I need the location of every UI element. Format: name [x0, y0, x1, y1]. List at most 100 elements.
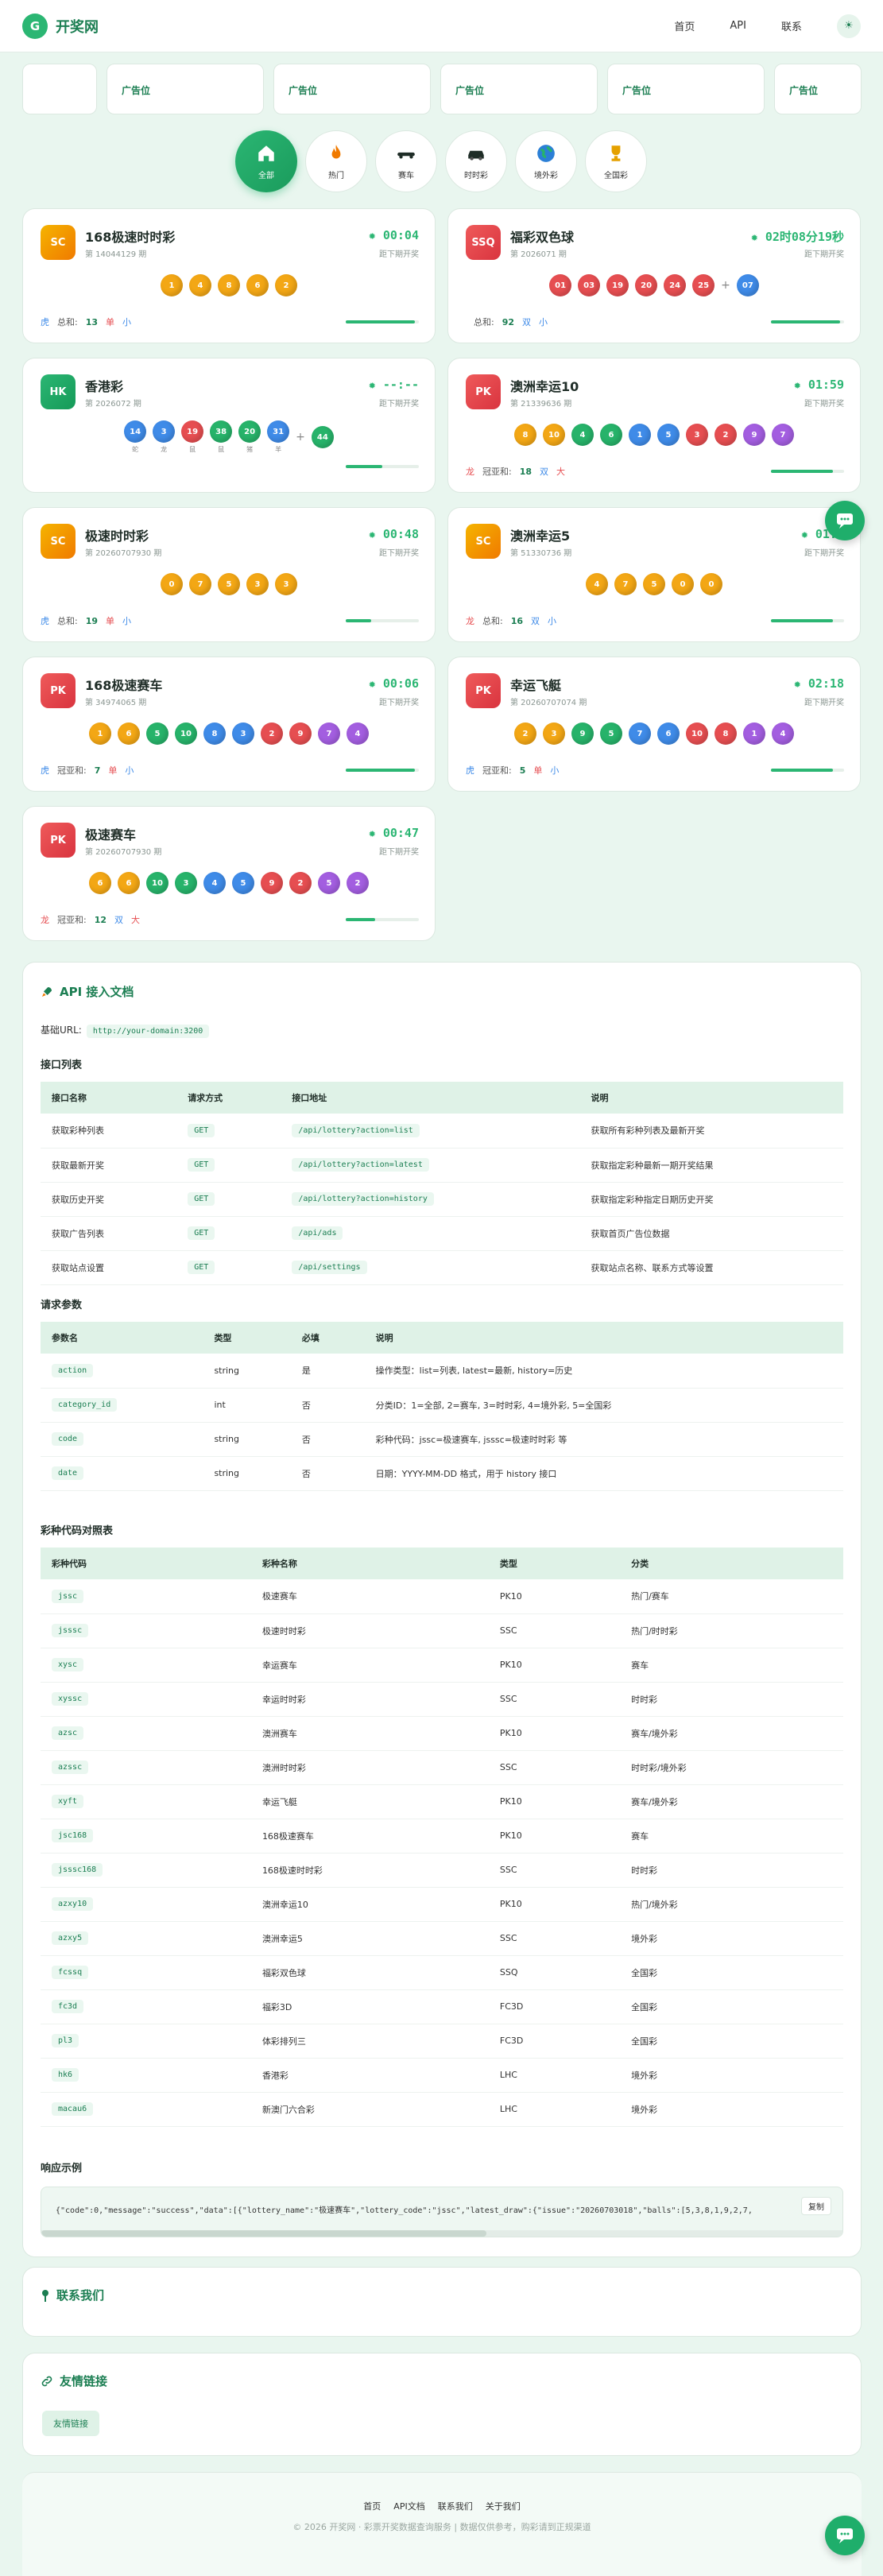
table-cell: 幸运时时彩: [250, 1682, 489, 1717]
lottery-issue: 第 2026072 期: [85, 400, 141, 409]
table-cell: jsssc168: [41, 1853, 251, 1888]
footer-link-about[interactable]: 关于我们: [486, 2500, 521, 2512]
footer-link-api[interactable]: API文档: [393, 2500, 424, 2512]
ad-slot[interactable]: 广告位: [774, 64, 862, 114]
table-cell: 获取站点设置: [41, 1250, 177, 1285]
ad-slot[interactable]: [22, 64, 97, 114]
table-cell: 赛车/境外彩: [620, 1784, 843, 1819]
column-header: 类型: [203, 1322, 291, 1354]
progress-bar: [346, 918, 419, 921]
column-header: 说明: [579, 1082, 843, 1114]
ball: 8: [715, 722, 737, 745]
odd-even: 单: [108, 765, 118, 776]
lottery-card[interactable]: PK 幸运飞艇第 20260707074 期 ✹ 02:18 距下期开奖 2 3 9 5 7 6 1…: [447, 657, 861, 792]
nav-contact[interactable]: 联系: [781, 18, 802, 33]
logo-icon[interactable]: G: [22, 13, 48, 39]
countdown-timer: ✹ --:--: [368, 378, 419, 392]
table-row: macau6 新澳门六合彩 LHC 境外彩: [41, 2092, 843, 2127]
horizontal-scrollbar[interactable]: [41, 2230, 842, 2237]
tab-hot[interactable]: 热门: [305, 130, 367, 192]
table-row: date string 否日期：YYYY-MM-DD 格式，用于 history 接…: [41, 1456, 843, 1491]
sum-label: 冠亚和:: [482, 467, 512, 477]
ball: 2: [275, 274, 297, 296]
code-chip: hk6: [52, 2068, 79, 2082]
ad-slot[interactable]: 广告位: [273, 64, 431, 114]
lottery-card[interactable]: SC 极速时时彩第 20260707930 期 ✹ 00:48 距下期开奖 0 7 5 3 3 虎…: [22, 507, 436, 642]
chat-button[interactable]: [825, 501, 865, 540]
theme-toggle-icon[interactable]: ☀: [837, 14, 861, 38]
table-header: 参数名 类型 必填 说明: [41, 1322, 843, 1354]
column-header: 分类: [620, 1548, 843, 1579]
tab-all[interactable]: 全部: [235, 130, 297, 192]
column-header: 彩种代码: [41, 1548, 251, 1579]
table-row: category_id int 否分类ID：1=全部, 2=赛车, 3=时时彩, 4…: [41, 1388, 843, 1423]
odd-even: 双: [531, 616, 540, 626]
code-chip: GET: [188, 1123, 215, 1137]
lottery-card[interactable]: HK 香港彩第 2026072 期 ✹ --:-- 距下期开奖 14 蛇 3 龙 19 鼠 38 鼠 2…: [22, 358, 436, 493]
table-cell: string: [203, 1354, 291, 1389]
zodiac: 羊: [275, 446, 282, 453]
table-row: 获取站点设置 GET/api/settings 获取站点名称、联系方式等设置: [41, 1250, 843, 1285]
table-cell: int: [203, 1388, 291, 1423]
countdown-timer: ✹ 00:04: [368, 228, 419, 242]
footer-link-contact[interactable]: 联系我们: [438, 2500, 473, 2512]
tab-national[interactable]: 全国彩: [585, 130, 647, 192]
table-cell: 澳洲幸运10: [250, 1887, 489, 1922]
ad-slot[interactable]: 广告位: [107, 64, 264, 114]
ad-slot[interactable]: 广告位: [440, 64, 598, 114]
big-small: 小: [122, 616, 132, 626]
base-url-label: 基础URL:: [41, 1025, 82, 1036]
column-header: 彩种名称: [250, 1548, 489, 1579]
nav-home[interactable]: 首页: [674, 18, 695, 33]
tab-racing[interactable]: 赛车: [375, 130, 437, 192]
table-row: azxy10 澳洲幸运10 PK10 热门/境外彩: [41, 1887, 843, 1922]
nav-api[interactable]: API: [730, 20, 746, 32]
footer-link-home[interactable]: 首页: [363, 2500, 381, 2512]
table-cell: 时时彩: [620, 1682, 843, 1717]
table-cell: GET: [176, 1182, 281, 1217]
hk-ball: 3龙: [153, 420, 176, 454]
table-row: xyft 幸运飞艇 PK10 赛车/境外彩: [41, 1784, 843, 1819]
table-cell: jssc: [41, 1579, 251, 1614]
tab-overseas[interactable]: 境外彩: [515, 130, 577, 192]
table-cell: 热门/赛车: [620, 1579, 843, 1614]
lottery-badge: PK: [466, 673, 501, 708]
dragon-tiger: 虎: [41, 765, 49, 776]
table-cell: xysc: [41, 1648, 251, 1683]
table-row: azsc 澳洲赛车 PK10 赛车/境外彩: [41, 1716, 843, 1751]
ball: 10: [686, 722, 708, 745]
copy-button[interactable]: 复制: [801, 2197, 831, 2215]
ad-slot[interactable]: 广告位: [607, 64, 765, 114]
lottery-issue: 第 34974065 期: [85, 699, 147, 707]
ball: 0: [700, 573, 722, 595]
home-icon: [258, 145, 274, 161]
tab-ssc[interactable]: 时时彩: [445, 130, 507, 192]
big-small: 小: [548, 616, 557, 626]
ball: 3: [153, 420, 176, 443]
ball: 6: [600, 424, 622, 446]
odd-even: 单: [533, 765, 543, 776]
lottery-card[interactable]: PK 极速赛车第 20260707930 期 ✹ 00:47 距下期开奖 6 6 10 3 4 5…: [22, 806, 436, 941]
big-small: 大: [556, 467, 566, 477]
plus-sign: +: [721, 279, 730, 292]
lottery-card[interactable]: SSQ 福彩双色球第 2026071 期 ✹ 02时08分19秒 距下期开奖 01 03 1…: [447, 208, 861, 343]
table-cell: 全国彩: [620, 1989, 843, 2024]
table-cell: fc3d: [41, 1989, 251, 2024]
api-title: API 接入文档: [41, 983, 134, 1000]
lottery-card[interactable]: PK 澳洲幸运10 第 21339636 期 ✹ 01:59 距下期开奖 8 10 4 6 1 5 3…: [447, 358, 861, 493]
sum-label: 冠亚和:: [482, 765, 512, 776]
progress-bar: [771, 470, 844, 473]
friend-link-button[interactable]: 友情链接: [42, 2411, 99, 2436]
table-cell: 澳洲时时彩: [250, 1750, 489, 1785]
lottery-card[interactable]: PK 168极速赛车第 34974065 期 ✹ 00:06 距下期开奖 1 6 5 10 8 3…: [22, 657, 436, 792]
chat-button-bottom[interactable]: [825, 2516, 865, 2555]
table-cell: 福彩双色球: [250, 1955, 489, 1990]
base-url: 基础URL: http://your-domain:3200: [41, 1023, 210, 1038]
table-cell: jsssc: [41, 1613, 251, 1648]
response-example[interactable]: {"code":0,"message":"success","data":[{"…: [41, 2187, 843, 2237]
lottery-name: 澳洲幸运10: [510, 379, 579, 394]
lottery-card[interactable]: SC澳洲幸运5第 51330736 期✹ 01:0距下期开奖47500龙总和:1…: [447, 507, 861, 642]
site-title[interactable]: 开奖网: [56, 16, 99, 37]
lottery-card[interactable]: SC 168极速时时彩第 14044129 期 ✹ 00:04 距下期开奖 1 4 8 6 2 虎…: [22, 208, 436, 343]
odd-even: 双: [522, 317, 532, 327]
